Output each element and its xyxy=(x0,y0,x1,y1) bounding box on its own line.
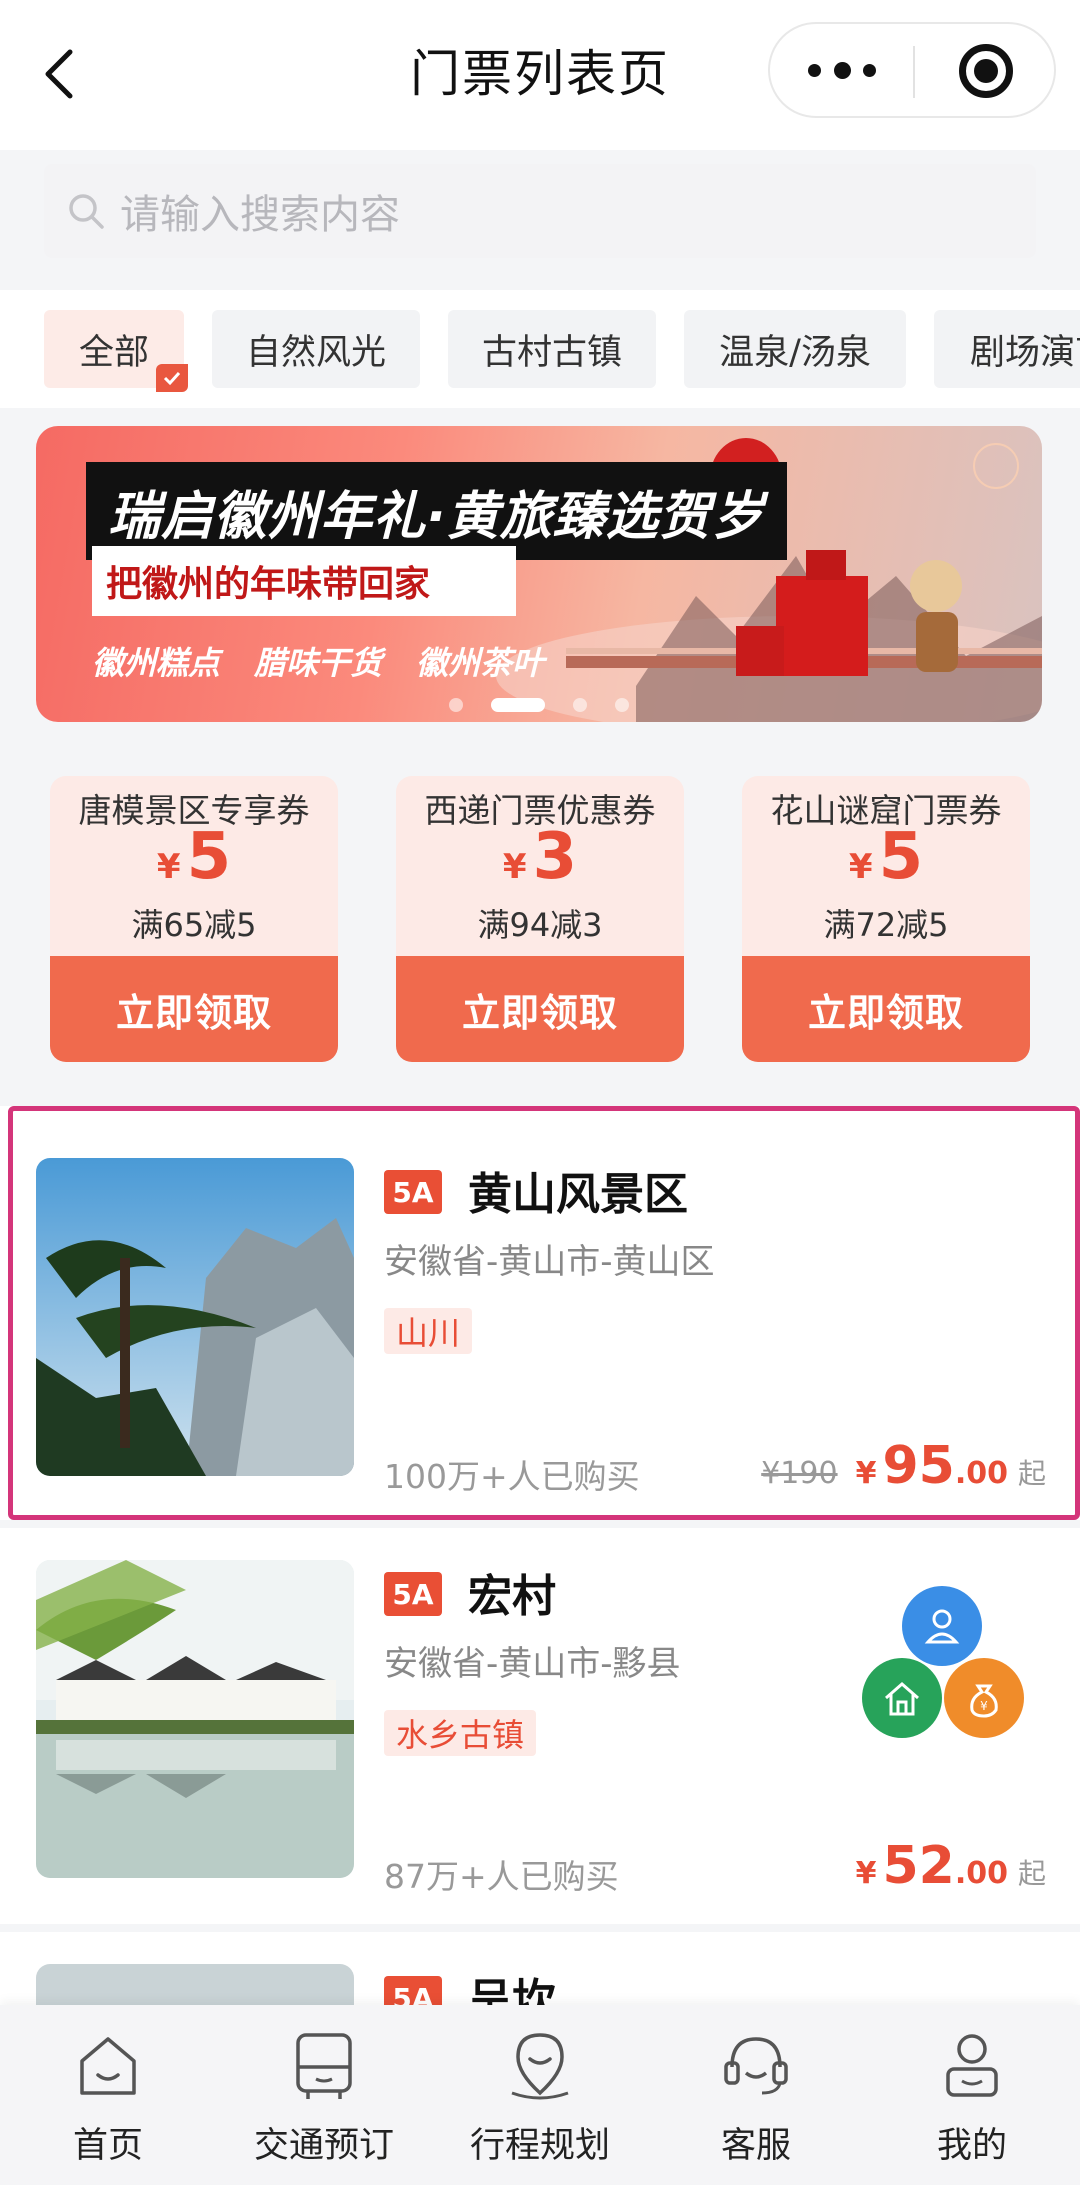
coupon-value: 3 xyxy=(532,820,578,894)
claim-coupon-button[interactable]: 立即领取 xyxy=(396,956,684,1062)
tab-customer-service[interactable]: 客服 xyxy=(648,2027,864,2177)
scenic-list-item[interactable]: 5A 黄山风景区 安徽省-黄山市-黄山区 山川 100万+人已购买 ¥190 ¥… xyxy=(0,1106,1080,1520)
price-suffix: 起 xyxy=(1017,1857,1046,1890)
coupon-card: 唐模景区专享券 ¥5 满65减5 立即领取 xyxy=(50,776,338,1062)
tab-home[interactable]: 首页 xyxy=(0,2027,216,2177)
category-tab-label: 温泉/汤泉 xyxy=(719,332,871,373)
tab-profile[interactable]: 我的 xyxy=(864,2027,1080,2177)
currency-symbol: ¥ xyxy=(502,847,527,887)
nav-bar: 门票列表页 xyxy=(0,0,1080,150)
coupon-body: 唐模景区专享券 ¥5 满65减5 xyxy=(50,776,338,956)
search-placeholder: 请输入搜索内容 xyxy=(120,192,400,238)
category-tab-hot-spring[interactable]: 温泉/汤泉 xyxy=(684,310,906,388)
floating-service-icons[interactable]: ¥ xyxy=(862,1586,1030,1746)
tab-transport[interactable]: 交通预订 xyxy=(216,2027,432,2177)
scenic-name: 黄山风景区 xyxy=(468,1169,688,1220)
price-decimal: .00 xyxy=(954,1456,1008,1491)
user-service-icon[interactable] xyxy=(902,1586,982,1666)
banner-pagination xyxy=(36,698,1042,712)
category-tab-ancient-village[interactable]: 古村古镇 xyxy=(448,310,656,388)
tab-label: 行程规划 xyxy=(469,2126,610,2166)
bottom-tab-bar: 首页 交通预订 行程规划 客服 我的 xyxy=(0,2005,1080,2185)
coupon-condition: 满65减5 xyxy=(131,906,257,944)
map-pin-icon xyxy=(511,2033,569,2100)
user-icon xyxy=(946,2034,998,2097)
coupon-card: 西递门票优惠券 ¥3 满94减3 立即领取 xyxy=(396,776,684,1062)
headset-icon xyxy=(724,2037,788,2095)
price-block: ¥ 52 .00 起 xyxy=(856,1836,1046,1896)
home-service-icon[interactable] xyxy=(862,1658,942,1738)
coupon-amount: ¥5 xyxy=(742,820,1030,894)
tab-itinerary[interactable]: 行程规划 xyxy=(432,2027,648,2177)
coupon-value: 5 xyxy=(878,820,924,894)
tab-label: 交通预订 xyxy=(253,2126,394,2166)
category-tab-label: 全部 xyxy=(78,332,149,373)
price-decimal: .00 xyxy=(954,1856,1008,1891)
close-target-icon[interactable] xyxy=(959,44,1013,98)
money-bag-icon[interactable]: ¥ xyxy=(944,1658,1024,1738)
pagination-dot-active xyxy=(491,698,545,712)
sold-count: 100万+人已购买 xyxy=(384,1457,640,1496)
pagination-dot xyxy=(449,698,463,712)
category-tab-label: 古村古镇 xyxy=(481,332,622,373)
coupon-condition: 满94减3 xyxy=(477,906,603,944)
mini-program-capsule xyxy=(768,22,1056,118)
svg-text:¥: ¥ xyxy=(980,1699,988,1713)
scenic-address: 安徽省-黄山市-黄山区 xyxy=(384,1242,715,1282)
banner-tags: 徽州糕点 腊味干货 徽州茶叶 xyxy=(92,638,544,684)
claim-coupon-button[interactable]: 立即领取 xyxy=(50,956,338,1062)
rating-badge: 5A xyxy=(384,1170,442,1214)
coupon-amount: ¥3 xyxy=(396,820,684,894)
scenic-photo xyxy=(36,1158,354,1476)
coupon-amount: ¥5 xyxy=(50,820,338,894)
category-tab-label: 剧场演艺 xyxy=(970,332,1080,373)
tab-label: 我的 xyxy=(936,2126,1007,2166)
capsule-divider xyxy=(913,46,915,98)
scenic-name: 宏村 xyxy=(468,1571,556,1622)
original-price: ¥190 xyxy=(761,1456,838,1491)
promo-banner[interactable]: 瑞启徽州年礼·黄旅臻选贺岁 把徽州的年味带回家 徽州糕点 腊味干货 徽州茶叶 xyxy=(36,426,1042,722)
bus-icon xyxy=(296,2033,352,2099)
app-root: 门票列表页 请输入搜索内容 全部 自然风光 古村古镇 温泉/汤泉 剧场演艺 xyxy=(0,0,1080,2185)
search-input[interactable]: 请输入搜索内容 xyxy=(44,164,1036,258)
banner-tag: 徽州茶叶 xyxy=(416,644,545,682)
currency-symbol: ¥ xyxy=(156,847,181,887)
scenic-photo xyxy=(36,1560,354,1878)
search-icon xyxy=(69,194,104,229)
category-tab-label: 自然风光 xyxy=(245,332,386,373)
home-icon xyxy=(80,2037,136,2095)
rating-badge: 5A xyxy=(384,1572,442,1616)
banner-tag: 腊味干货 xyxy=(254,644,383,682)
banner-subtitle: 把徽州的年味带回家 xyxy=(92,546,516,616)
coupon-body: 西递门票优惠券 ¥3 满94减3 xyxy=(396,776,684,956)
sold-count: 87万+人已购买 xyxy=(384,1857,619,1896)
price-block: ¥190 ¥ 95 .00 起 xyxy=(761,1436,1046,1496)
currency-symbol: ¥ xyxy=(855,1456,877,1491)
scenic-category-tag: 水乡古镇 xyxy=(384,1710,537,1756)
banner-tag: 徽州糕点 xyxy=(92,644,221,682)
tab-label: 首页 xyxy=(72,2126,143,2166)
claim-coupon-button[interactable]: 立即领取 xyxy=(742,956,1030,1062)
currency-symbol: ¥ xyxy=(848,847,873,887)
currency-symbol: ¥ xyxy=(855,1856,877,1891)
pagination-dot xyxy=(573,698,587,712)
price-integer: 95 xyxy=(882,1436,955,1496)
coupon-condition: 满72减5 xyxy=(823,906,949,944)
category-tab-nature[interactable]: 自然风光 xyxy=(212,310,420,388)
price-integer: 52 xyxy=(882,1836,955,1896)
pagination-dot xyxy=(615,698,629,712)
coupon-body: 花山谜窟门票券 ¥5 满72减5 xyxy=(742,776,1030,956)
coupon-value: 5 xyxy=(186,820,232,894)
category-tabs: 全部 自然风光 古村古镇 温泉/汤泉 剧场演艺 xyxy=(0,290,1080,408)
coupon-card: 花山谜窟门票券 ¥5 满72减5 立即领取 xyxy=(742,776,1030,1062)
scenic-category-tag: 山川 xyxy=(384,1308,473,1354)
tab-label: 客服 xyxy=(720,2126,791,2166)
scenic-address: 安徽省-黄山市-黟县 xyxy=(384,1644,681,1684)
category-tab-theater[interactable]: 剧场演艺 xyxy=(934,310,1080,388)
more-dots-icon[interactable] xyxy=(808,24,876,116)
category-tab-all[interactable]: 全部 xyxy=(44,310,188,392)
price-suffix: 起 xyxy=(1017,1457,1046,1490)
check-icon xyxy=(156,364,188,392)
